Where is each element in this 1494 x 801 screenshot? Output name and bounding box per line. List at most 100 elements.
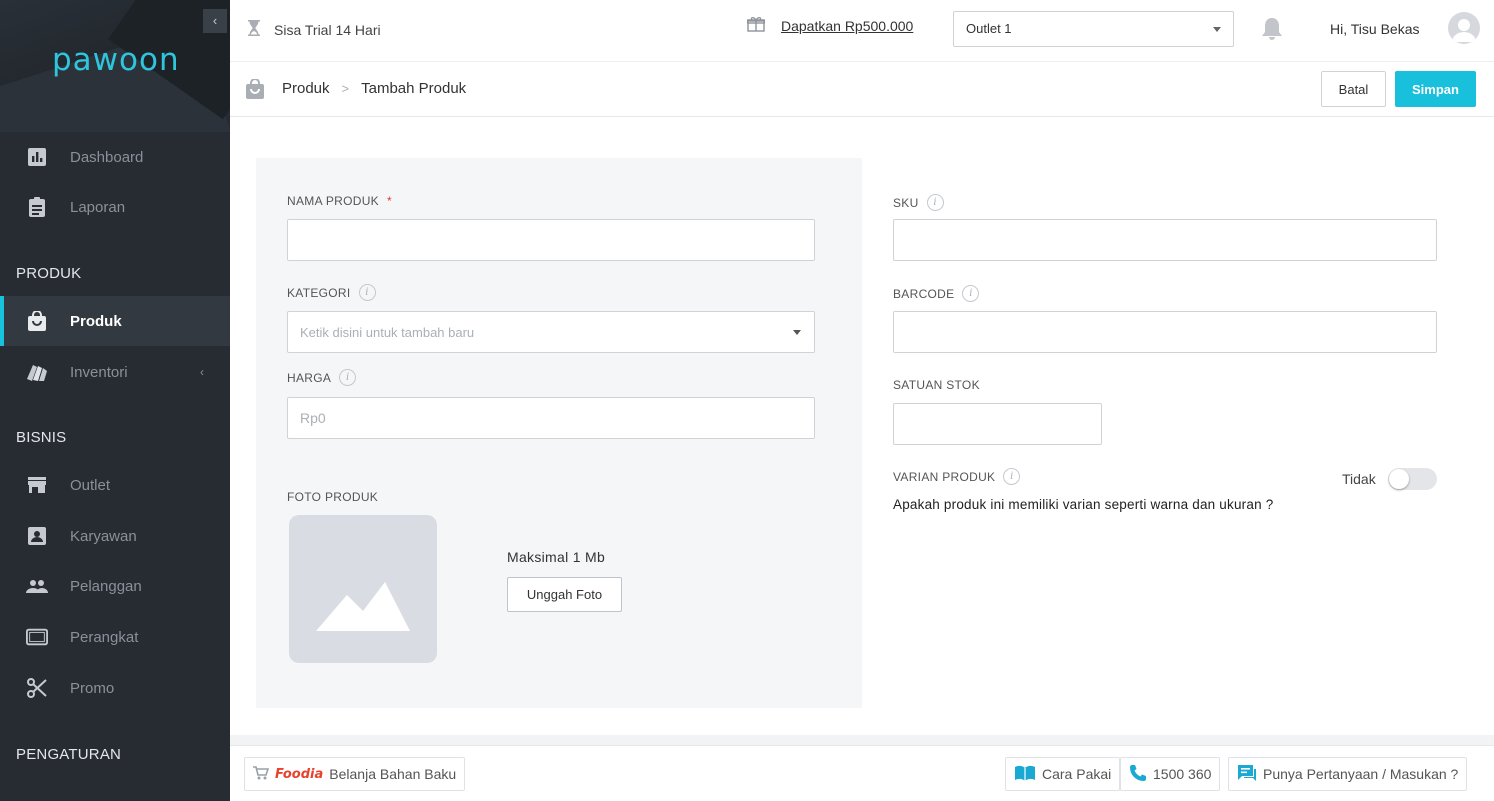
foto-produk-label: FOTO PRODUK [287,490,378,504]
sku-label: SKU i [893,194,944,211]
caret-down-icon [793,330,801,335]
harga-label: HARGA i [287,369,357,386]
sidebar-item-karyawan[interactable]: Karyawan [0,511,230,561]
phone-number: 1500 360 [1153,766,1212,782]
toggle-knob [1389,469,1409,489]
shopping-bag-icon [26,310,48,332]
breadcrumb-item-current: Tambah Produk [361,80,467,97]
scissors-icon [26,677,48,699]
sidebar-item-label: Produk [70,312,122,330]
nama-produk-label-text: NAMA PRODUK [287,194,379,208]
sidebar-item-outlet[interactable]: Outlet [0,460,230,510]
phone-icon [1129,764,1147,785]
harga-label-text: HARGA [287,370,332,385]
chevron-left-icon: ‹ [200,365,204,379]
required-marker: * [386,194,392,208]
feedback-button[interactable]: Punya Pertanyaan / Masukan ? [1228,757,1468,791]
trial-text: Sisa Trial 14 Hari [274,21,381,38]
info-icon[interactable]: i [358,284,376,301]
sidebar-item-label: Laporan [70,198,126,216]
sidebar-item-pelanggan[interactable]: Pelanggan [0,561,230,611]
kategori-select[interactable]: Ketik disini untuk tambah baru [287,311,815,353]
brand-logo[interactable]: pawoon [52,42,180,78]
info-icon[interactable]: i [926,194,944,211]
section-title-produk: PRODUK [16,265,82,282]
sidebar-item-dashboard[interactable]: Dashboard [0,132,230,182]
sidebar-item-label: Pelanggan [70,577,142,595]
footer-bar: Foodia Belanja Bahan Baku Cara Pakai 150… [230,745,1494,801]
outlet-select[interactable]: Outlet 1 [953,11,1234,47]
foodia-shop-label: Belanja Bahan Baku [329,766,457,782]
section-title-bisnis: BISNIS [16,429,67,446]
product-form: NAMA PRODUK * KATEGORI i Ketik disini un… [230,117,1494,735]
sidebar-item-produk[interactable]: Produk [0,296,230,346]
guide-label: Cara Pakai [1042,766,1112,782]
avatar[interactable] [1448,12,1480,44]
guide-button[interactable]: Cara Pakai [1005,757,1121,791]
phone-button[interactable]: 1500 360 [1120,757,1221,791]
cart-icon [253,765,270,783]
feedback-label: Punya Pertanyaan / Masukan ? [1263,766,1459,782]
sidebar-item-label: Inventori [70,363,128,381]
clipboard-icon [26,196,48,218]
collapse-sidebar-button[interactable]: ‹ [203,9,227,33]
sidebar-item-perangkat[interactable]: Perangkat [0,612,230,662]
kategori-label-text: KATEGORI [287,285,351,300]
kategori-label: KATEGORI i [287,284,376,301]
varian-toggle-label: Tidak [1342,471,1376,487]
satuan-stok-input[interactable] [893,403,1102,445]
image-icon [316,582,410,631]
foodia-shop-button[interactable]: Foodia Belanja Bahan Baku [244,757,466,791]
nama-produk-label: NAMA PRODUK * [287,194,392,208]
badge-icon [26,525,48,547]
satuan-stok-label-text: SATUAN STOK [893,378,980,392]
sidebar-item-label: Promo [70,679,115,697]
referral-link[interactable]: Dapatkan Rp500.000 [781,18,913,34]
save-button[interactable]: Simpan [1395,71,1476,107]
varian-toggle[interactable] [1388,468,1437,490]
tablet-icon [26,626,48,648]
varian-produk-label-text: VARIAN PRODUK [893,469,996,484]
caret-down-icon [1213,27,1221,32]
people-icon [26,575,48,597]
max-size-note: Maksimal 1 Mb [507,549,606,565]
breadcrumb-separator: > [341,81,350,96]
nama-produk-input[interactable] [287,219,815,261]
barcode-label-text: BARCODE [893,286,955,301]
sidebar-item-laporan[interactable]: Laporan [0,182,230,232]
cancel-button[interactable]: Batal [1321,71,1386,107]
breadcrumb-item-produk[interactable]: Produk [282,80,330,97]
sidebar-item-label: Karyawan [70,527,137,545]
info-icon[interactable]: i [962,285,980,302]
gift-icon [746,16,766,35]
info-icon[interactable]: i [1003,468,1021,485]
chat-icon [1237,764,1257,785]
breadcrumb-bar: Produk > Tambah Produk Batal Simpan [230,62,1494,117]
barcode-input[interactable] [893,311,1437,353]
hourglass-icon [248,20,260,39]
sidebar-item-inventori[interactable]: Inventori ‹ [0,347,230,397]
outlet-select-value: Outlet 1 [966,21,1012,36]
sidebar: ‹ pawoon Dashboard Laporan PRODUK Produk… [0,0,230,801]
kategori-placeholder: Ketik disini untuk tambah baru [300,324,475,340]
satuan-stok-label: SATUAN STOK [893,378,980,392]
left-form-panel: NAMA PRODUK * KATEGORI i Ketik disini un… [256,158,862,708]
harga-input[interactable]: Rp0 [287,397,815,439]
chart-icon [26,146,48,168]
bell-icon[interactable] [1261,17,1283,46]
foodia-logo: Foodia [275,766,324,782]
breadcrumb: Produk > Tambah Produk [282,80,466,97]
book-icon [1014,765,1036,784]
sku-label-text: SKU [893,195,919,210]
user-greeting[interactable]: Hi, Tisu Bekas [1330,21,1419,37]
sku-input[interactable] [893,219,1437,261]
sidebar-item-promo[interactable]: Promo [0,663,230,713]
barcode-label: BARCODE i [893,285,980,302]
varian-produk-label: VARIAN PRODUK i [893,468,1021,485]
upload-photo-button[interactable]: Unggah Foto [507,577,622,612]
info-icon[interactable]: i [339,369,357,386]
trial-status: Sisa Trial 14 Hari [248,20,381,39]
photo-placeholder[interactable] [289,515,437,663]
referral-promo[interactable]: Dapatkan Rp500.000 [746,16,913,35]
harga-placeholder: Rp0 [300,410,326,426]
